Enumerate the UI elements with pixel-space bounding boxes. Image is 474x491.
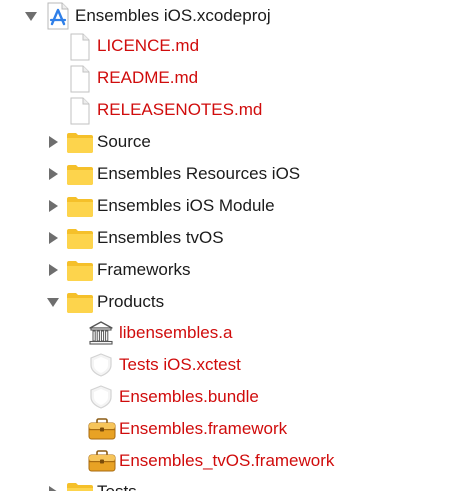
file-row-readme[interactable]: README.md [0,62,474,94]
product-row-tvos-framework[interactable]: Ensembles_tvOS.framework [0,445,474,477]
folder-icon [66,225,93,251]
folder-icon [66,289,93,315]
folder-icon [66,257,93,283]
group-name: Ensembles iOS Module [97,196,275,215]
group-row-frameworks[interactable]: Frameworks [0,254,474,286]
group-row-ios-module[interactable]: Ensembles iOS Module [0,190,474,222]
project-name: Ensembles iOS.xcodeproj [75,6,271,25]
test-bundle-icon [88,352,114,378]
group-row-source[interactable]: Source [0,126,474,158]
group-name: Frameworks [97,260,191,279]
file-row-licence[interactable]: LICENCE.md [0,30,474,62]
product-row-libensembles[interactable]: libensembles.a [0,317,474,349]
folder-icon [66,129,93,155]
document-icon [68,33,94,61]
file-name: RELEASENOTES.md [97,100,263,119]
disclosure-collapsed-icon[interactable] [46,199,60,213]
group-name: Ensembles tvOS [97,228,224,247]
product-name: Tests iOS.xctest [119,355,241,374]
folder-icon [66,193,93,219]
group-name: Tests [97,480,137,491]
file-row-releasenotes[interactable]: RELEASENOTES.md [0,94,474,126]
group-name: Ensembles Resources iOS [97,164,301,183]
group-name: Source [97,132,151,151]
framework-icon [88,448,116,474]
group-row-tvos[interactable]: Ensembles tvOS [0,222,474,254]
product-row-bundle[interactable]: Ensembles.bundle [0,381,474,413]
group-row-tests[interactable]: Tests [0,476,474,491]
file-name: LICENCE.md [97,36,200,55]
disclosure-collapsed-icon[interactable] [46,135,60,149]
product-row-framework[interactable]: Ensembles.framework [0,413,474,445]
product-row-tests[interactable]: Tests iOS.xctest [0,349,474,381]
disclosure-collapsed-icon[interactable] [46,263,60,277]
static-library-icon [88,320,114,346]
disclosure-expanded-icon[interactable] [46,295,60,309]
product-name: Ensembles.framework [119,419,288,438]
disclosure-collapsed-icon[interactable] [46,167,60,181]
group-row-products[interactable]: Products [0,286,474,318]
document-icon [68,65,94,93]
disclosure-collapsed-icon[interactable] [46,485,60,491]
group-row-resources[interactable]: Ensembles Resources iOS [0,158,474,190]
disclosure-expanded-icon[interactable] [24,9,38,23]
folder-icon [66,161,93,187]
project-row[interactable]: Ensembles iOS.xcodeproj [0,0,474,32]
group-name: Products [97,292,165,311]
file-name: README.md [97,68,199,87]
document-icon [68,97,94,125]
framework-icon [88,416,116,442]
folder-icon [66,479,93,491]
product-name: Ensembles.bundle [119,387,259,406]
product-name: libensembles.a [119,323,233,342]
disclosure-collapsed-icon[interactable] [46,231,60,245]
xcode-project-icon [45,2,71,30]
product-name: Ensembles_tvOS.framework [119,451,335,470]
project-navigator: Ensembles iOS.xcodeproj LICENCE.md READM… [0,0,474,491]
bundle-icon [88,384,114,410]
